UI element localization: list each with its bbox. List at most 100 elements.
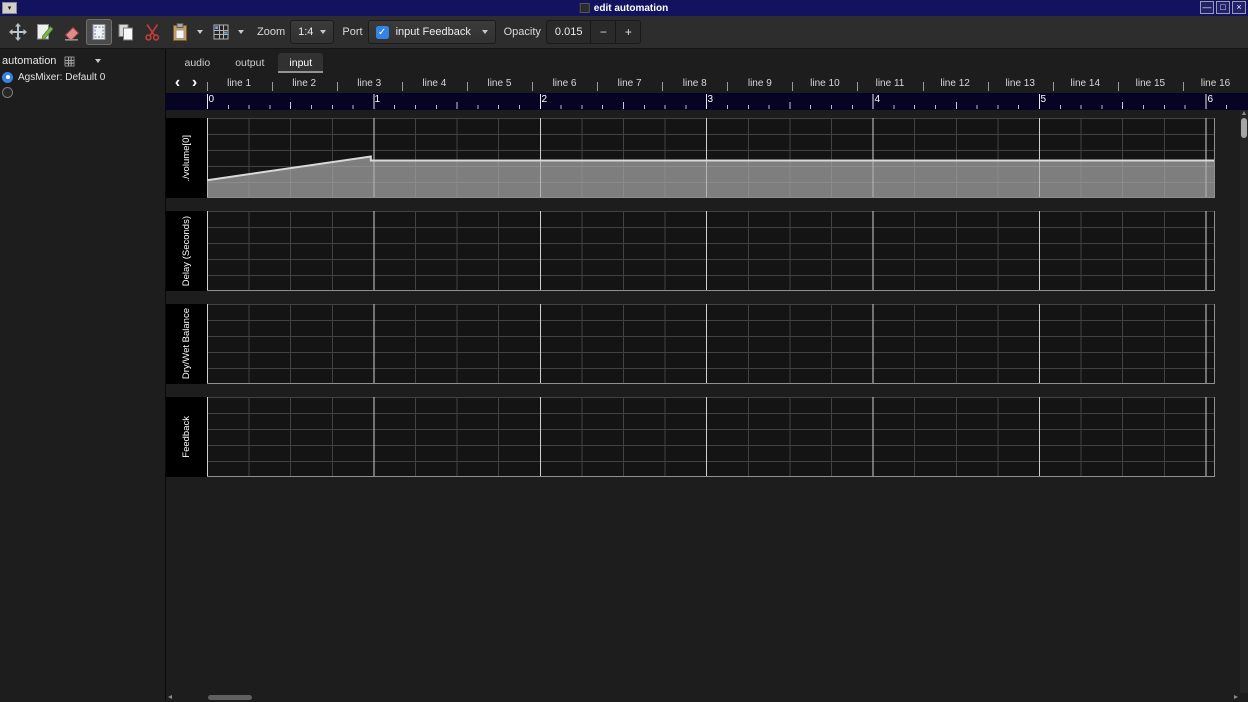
machine-selector-arrow[interactable] — [95, 59, 101, 63]
automation-grid-drywet[interactable] — [207, 304, 1215, 384]
line-header: line 10 — [792, 73, 857, 93]
scroll-up-icon — [1242, 111, 1246, 115]
tab-output[interactable]: output — [224, 53, 275, 73]
horizontal-scrollbar-thumb[interactable] — [208, 695, 252, 700]
position-cursor-icon — [8, 22, 28, 42]
opacity-spinner: 0.015 − + — [546, 20, 642, 44]
automation-grid-volume[interactable] — [207, 118, 1215, 198]
line-header: line 14 — [1053, 73, 1118, 93]
chevron-down-icon — [320, 30, 326, 34]
opacity-increment-button[interactable]: + — [615, 21, 640, 43]
window-menu-button[interactable]: ▾ — [2, 2, 17, 14]
port-value: input Feedback — [396, 26, 475, 38]
automation-canvas: ./volume[0] Delay (Seconds) — [166, 110, 1248, 693]
automation-editor: audio output input ‹ › line 1 line 2 lin… — [166, 49, 1248, 701]
paste-button[interactable] — [167, 19, 193, 45]
automation-grid-feedback[interactable] — [207, 397, 1215, 477]
scroll-left-icon — [168, 695, 172, 699]
window-title-area: edit automation — [580, 3, 668, 14]
automation-header: automation — [0, 53, 165, 69]
line-header: line 8 — [662, 73, 727, 93]
line-header: line 5 — [467, 73, 532, 93]
clear-button[interactable] — [59, 19, 85, 45]
paste-icon — [170, 22, 190, 42]
titlebar: ▾ edit automation — □ × — [0, 0, 1248, 16]
edit-automation-window: ▾ edit automation — □ × — [0, 0, 1248, 702]
machine-row[interactable]: AgsMixer: Default 0 — [0, 70, 165, 84]
automation-lane: Feedback — [166, 397, 1248, 477]
scroll-right-button[interactable]: › — [188, 75, 202, 91]
line-header: line 7 — [597, 73, 662, 93]
window-title: edit automation — [594, 3, 668, 14]
opacity-label: Opacity — [504, 26, 541, 38]
app-icon — [580, 3, 590, 13]
port-checkbox[interactable]: ✓ — [376, 26, 389, 39]
machine-row[interactable] — [0, 85, 165, 99]
line-header: line 3 — [337, 73, 402, 93]
position-cursor-button[interactable] — [5, 19, 31, 45]
zoom-value: 1:4 — [298, 26, 313, 38]
line-nav: ‹ › — [166, 73, 207, 93]
paste-menu-arrow[interactable] — [194, 19, 206, 45]
body: automation AgsMixer: Default 0 audio out… — [0, 49, 1248, 701]
copy-button[interactable] — [113, 19, 139, 45]
opacity-decrement-button[interactable]: − — [590, 21, 615, 43]
line-header: line 13 — [988, 73, 1053, 93]
automation-lane: Delay (Seconds) — [166, 211, 1248, 291]
minimize-button[interactable]: — — [1200, 1, 1214, 14]
copy-icon — [116, 22, 136, 42]
zoom-label: Zoom — [257, 26, 285, 38]
select-icon — [89, 22, 109, 42]
ruler-number: 5 — [1041, 94, 1047, 105]
tool-menu-arrow[interactable] — [235, 19, 247, 45]
chevron-down-icon — [238, 30, 244, 34]
zoom-combo[interactable]: 1:4 — [290, 20, 334, 44]
maximize-button[interactable]: □ — [1216, 1, 1230, 14]
time-ruler: 0 1 2 3 4 5 6 — [166, 93, 1248, 110]
check-icon: ✓ — [378, 27, 386, 38]
ruler-number: 6 — [1208, 94, 1214, 105]
line-header: line 4 — [402, 73, 467, 93]
chevron-down-icon — [482, 30, 488, 34]
edit-button[interactable] — [32, 19, 58, 45]
ruler-number: 0 — [209, 94, 215, 105]
window-controls: — □ × — [1200, 1, 1246, 14]
automation-curve — [207, 118, 1214, 197]
automation-grid-delay[interactable] — [207, 211, 1215, 291]
tool-button[interactable] — [208, 19, 234, 45]
machine-selector-icon[interactable] — [63, 55, 76, 68]
window-menu-icon: ▾ — [8, 5, 12, 12]
lane-label-volume: ./volume[0] — [166, 118, 207, 198]
scroll-left-button[interactable]: ‹ — [171, 75, 185, 91]
opacity-value[interactable]: 0.015 — [547, 21, 591, 43]
line-header: line 2 — [272, 73, 337, 93]
cut-scissors-icon — [143, 22, 163, 42]
line-header: line 15 — [1118, 73, 1183, 93]
port-label: Port — [342, 26, 362, 38]
ruler-number: 4 — [875, 94, 881, 105]
vertical-scrollbar[interactable] — [1240, 110, 1248, 693]
machine-radio-selected[interactable] — [2, 72, 13, 83]
line-header: line 1 — [207, 73, 272, 93]
select-button[interactable] — [86, 19, 112, 45]
line-header: line 16 — [1183, 73, 1248, 93]
line-header: line 6 — [532, 73, 597, 93]
machine-label: AgsMixer: Default 0 — [18, 72, 105, 83]
line-headers: line 1 line 2 line 3 line 4 line 5 line … — [207, 73, 1248, 93]
lane-label-delay: Delay (Seconds) — [166, 211, 207, 291]
automation-lane: Dry/Wet Balance — [166, 304, 1248, 384]
ruler-major-ticks — [207, 94, 1241, 109]
machine-radio-unselected[interactable] — [2, 87, 13, 98]
close-button[interactable]: × — [1232, 1, 1246, 14]
ruler-number: 2 — [542, 94, 548, 105]
horizontal-scrollbar[interactable] — [166, 693, 1248, 701]
cut-button[interactable] — [140, 19, 166, 45]
vertical-scrollbar-thumb[interactable] — [1241, 118, 1247, 138]
chevron-down-icon — [197, 30, 203, 34]
port-combo[interactable]: ✓ input Feedback — [368, 20, 496, 44]
ruler-number: 1 — [375, 94, 381, 105]
machine-sidebar: automation AgsMixer: Default 0 — [0, 49, 166, 701]
edit-pencil-icon — [35, 22, 55, 42]
tab-audio[interactable]: audio — [174, 53, 222, 73]
tab-input[interactable]: input — [278, 53, 323, 73]
